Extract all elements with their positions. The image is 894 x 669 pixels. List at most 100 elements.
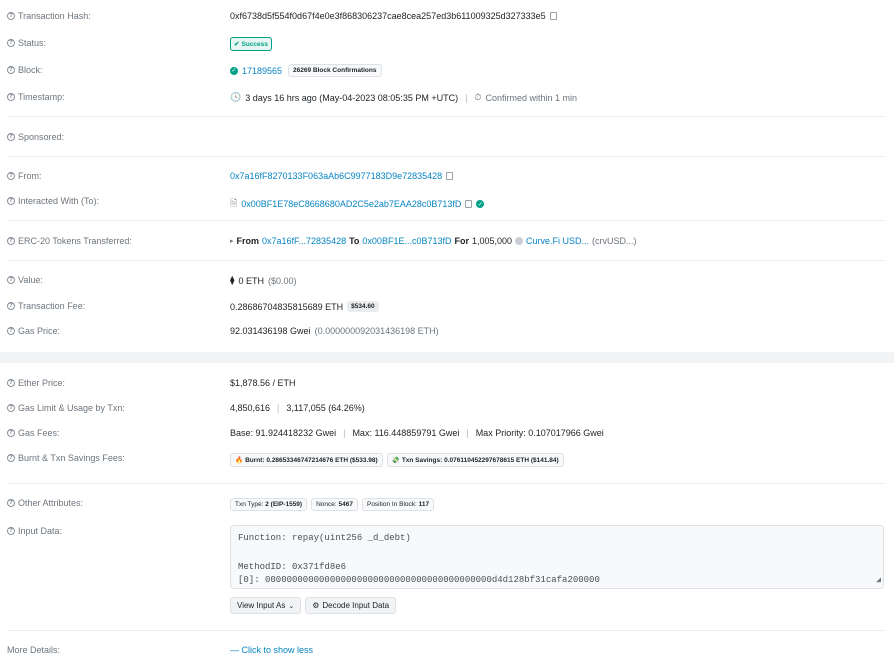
ethereum-icon: ⧫ <box>230 275 235 285</box>
help-icon[interactable]: ? <box>7 237 15 245</box>
help-icon[interactable]: ? <box>7 499 15 507</box>
confirmed-within: Confirmed within 1 min <box>485 92 577 103</box>
from-address-link[interactable]: 0x7a16fF8270133F063aAb6C9977183D9e728354… <box>230 171 442 181</box>
ether-price-value: $1,878.56 / ETH <box>230 378 296 388</box>
gas-limit-value: 4,850,616 <box>230 403 271 413</box>
erc20-for-word: For <box>454 236 469 246</box>
ether-price-label: ? Ether Price: <box>7 378 65 388</box>
to-value-wrap: 🗎 0x00BF1E78eC8668680AD2C5e2ab7EAA28c0B7… <box>230 196 485 212</box>
fee-label: ? Transaction Fee: <box>7 301 85 311</box>
fee-eth: 0.28686704835815689 ETH <box>230 301 344 312</box>
copy-icon[interactable] <box>465 200 473 208</box>
from-value-wrap: 0x7a16fF8270133F063aAb6C9977183D9e728354… <box>230 171 454 181</box>
help-icon[interactable]: ? <box>7 302 15 310</box>
input-data-textarea[interactable]: Function: repay(uint256 _d_debt) MethodI… <box>230 525 884 589</box>
erc20-from-word: From <box>236 236 260 246</box>
fee-value-wrap: 0.28686704835815689 ETH $534.60 <box>230 301 379 312</box>
more-details-label: More Details: <box>7 645 61 655</box>
gas-fees-value-wrap: Base: 91.924418232 Gwei | Max: 116.44885… <box>230 428 604 438</box>
help-icon[interactable]: ? <box>7 527 15 535</box>
caret-right-icon[interactable]: ▸ <box>230 237 234 245</box>
value-usd: ($0.00) <box>267 275 297 286</box>
divider <box>7 483 885 484</box>
nonce-badge: Nonce: 5467 <box>311 498 358 511</box>
erc20-amount: 1,005,000 <box>471 236 513 246</box>
tx-hash-value-wrap: 0xf6738d5f554f0d67f4e0e3f868306237cae8ce… <box>230 11 557 21</box>
help-icon[interactable]: ? <box>7 172 15 180</box>
help-icon[interactable]: ? <box>7 197 15 205</box>
other-attributes-wrap: Txn Type: 2 (EIP-1559) Nonce: 5467 Posit… <box>230 498 435 511</box>
help-icon[interactable]: ? <box>7 93 15 101</box>
block-value-wrap: ✓ 17189565 26269 Block Confirmations <box>230 64 382 77</box>
divider <box>7 116 885 117</box>
gas-fees-base: Base: 91.924418232 Gwei <box>230 428 337 438</box>
gas-price-eth: (0.000000092031436198 ETH) <box>314 326 439 336</box>
erc20-to-link[interactable]: 0x00BF1E...c0B713fD <box>362 236 451 246</box>
txn-type-badge: Txn Type: 2 (EIP-1559) <box>230 498 308 511</box>
divider <box>7 260 885 261</box>
block-number-link[interactable]: 17189565 <box>242 66 282 76</box>
value-eth: 0 ETH <box>238 275 264 286</box>
erc20-label: ? ERC-20 Tokens Transferred: <box>7 236 132 246</box>
status-value-wrap: ✔ Success <box>230 37 272 51</box>
check-circle-icon: ✔ <box>234 41 240 48</box>
help-icon[interactable]: ? <box>7 327 15 335</box>
gas-fees-max: Max: 116.448859791 Gwei <box>352 428 460 438</box>
contract-file-icon: 🗎 <box>230 198 238 208</box>
divider <box>7 630 885 631</box>
to-address-link[interactable]: 0x00BF1E78eC8668680AD2C5e2ab7EAA28c0B713… <box>241 199 461 209</box>
input-buttons-wrap: View Input As ⌄ ⚙ Decode Input Data <box>230 597 397 614</box>
copy-icon[interactable] <box>446 172 454 180</box>
help-icon[interactable]: ? <box>7 429 15 437</box>
erc20-from-link[interactable]: 0x7a16fF...72835428 <box>262 236 346 246</box>
erc20-token-symbol: (crvUSD...) <box>592 236 637 246</box>
divider: | <box>466 428 469 438</box>
gas-price-label: ? Gas Price: <box>7 326 60 336</box>
fee-usd-badge: $534.60 <box>347 301 379 312</box>
gas-fees-label: ? Gas Fees: <box>7 428 60 438</box>
decode-icon: ⚙ <box>312 601 320 610</box>
burnt-badge: 🔥 Burnt: 0.28653346747214676 ETH ($533.98… <box>230 453 383 467</box>
timestamp-label: ? Timestamp: <box>7 92 65 102</box>
to-label: ? Interacted With (To): <box>7 196 99 206</box>
input-param-line: [0]: 00000000000000000000000000000000000… <box>238 574 600 585</box>
view-input-as-button[interactable]: View Input As ⌄ <box>230 597 302 614</box>
erc20-to-word: To <box>349 236 360 246</box>
help-icon[interactable]: ? <box>7 39 15 47</box>
input-function-line: Function: repay(uint256 _d_debt) <box>238 533 411 543</box>
other-attributes-label: ? Other Attributes: <box>7 498 83 508</box>
show-less-link[interactable]: — Click to show less <box>230 645 313 655</box>
copy-icon[interactable] <box>549 12 557 20</box>
help-icon[interactable]: ? <box>7 379 15 387</box>
help-icon[interactable]: ? <box>7 404 15 412</box>
divider: | <box>343 428 346 438</box>
verified-check-icon: ✓ <box>476 200 485 208</box>
gas-limit-value-wrap: 4,850,616 | 3,117,055 (64.26%) <box>230 403 365 413</box>
from-label: ? From: <box>7 171 42 181</box>
help-icon[interactable]: ? <box>7 133 15 141</box>
gas-limit-label: ? Gas Limit & Usage by Txn: <box>7 403 125 413</box>
status-badge: ✔ Success <box>230 37 272 51</box>
divider: | <box>465 92 468 103</box>
gas-usage-value: 3,117,055 (64.26%) <box>286 403 365 413</box>
timer-icon: ⏱ <box>474 92 482 102</box>
divider <box>7 156 885 157</box>
confirmations-badge: 26269 Block Confirmations <box>288 64 382 77</box>
tx-hash-label: ? Transaction Hash: <box>7 11 91 21</box>
input-methodid-line: MethodID: 0x371fd8e6 <box>238 562 347 572</box>
section-separator <box>0 352 894 363</box>
value-wrap: ⧫ 0 ETH ($0.00) <box>230 275 297 286</box>
help-icon[interactable]: ? <box>7 66 15 74</box>
check-icon: ✓ <box>230 66 238 75</box>
decode-input-button[interactable]: ⚙ Decode Input Data <box>305 597 397 614</box>
erc20-token-link[interactable]: Curve.Fi USD... <box>526 236 589 246</box>
money-icon: 💸 <box>391 457 400 464</box>
position-badge: Position In Block: 117 <box>361 498 435 511</box>
block-label: ? Block: <box>7 65 43 75</box>
burnt-label: ? Burnt & Txn Savings Fees: <box>7 453 125 463</box>
help-icon[interactable]: ? <box>7 276 15 284</box>
help-icon[interactable]: ? <box>7 12 15 20</box>
resize-handle-icon[interactable]: ◢ <box>876 574 881 589</box>
input-blank-line <box>238 546 876 561</box>
help-icon[interactable]: ? <box>7 454 15 462</box>
